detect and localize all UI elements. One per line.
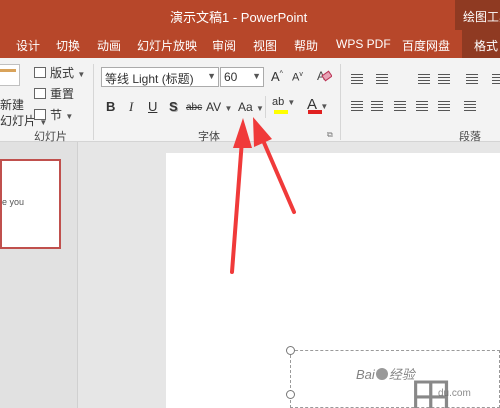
- clear-formatting-button[interactable]: A: [316, 67, 333, 83]
- change-case-button[interactable]: Aa ▼: [238, 100, 264, 114]
- tab-wps-pdf[interactable]: WPS PDF: [336, 37, 391, 51]
- numbering-icon: [376, 74, 388, 84]
- tab-design[interactable]: 设计: [16, 37, 40, 54]
- drawing-tools-label: 绘图工具: [455, 0, 500, 30]
- reset-label: 重置: [50, 87, 75, 101]
- bullets-button[interactable]: [349, 72, 365, 86]
- text-direction-button[interactable]: [490, 72, 500, 86]
- tab-format[interactable]: 格式: [462, 30, 500, 58]
- align-center-button[interactable]: [369, 99, 385, 113]
- resize-handle-top-left[interactable]: [286, 346, 295, 355]
- strikethrough-button[interactable]: abc: [186, 102, 202, 113]
- chevron-down-icon: ▼: [252, 71, 261, 81]
- increase-indent-button[interactable]: [436, 72, 452, 86]
- character-spacing-button[interactable]: AV ▼: [206, 100, 232, 114]
- underline-button[interactable]: U: [148, 99, 157, 114]
- new-slide-button[interactable]: 新建 幻灯片 ▼: [0, 62, 47, 128]
- decrease-indent-button[interactable]: [416, 72, 432, 86]
- font-color-bar: [308, 110, 322, 114]
- columns-button[interactable]: [462, 99, 478, 113]
- justify-icon: [416, 101, 428, 111]
- tab-slideshow[interactable]: 幻灯片放映: [137, 37, 197, 54]
- distributed-icon: [438, 101, 450, 111]
- chevron-down-icon: ▼: [287, 98, 296, 107]
- font-size-value: 60: [224, 70, 238, 84]
- justify-button[interactable]: [414, 99, 430, 113]
- chevron-down-icon: ▼: [224, 104, 233, 113]
- reset-icon: [34, 88, 46, 99]
- watermark-sub: du.com: [438, 388, 471, 399]
- layout-icon: [34, 67, 46, 78]
- layout-label: 版式: [50, 66, 75, 80]
- align-right-icon: [394, 101, 406, 111]
- shrink-font-button[interactable]: Av: [292, 71, 303, 84]
- ribbon: 新建 幻灯片 ▼ 版式 ▼ 重置 节 ▼ 幻灯片 等线 Light (标题) ▼ …: [0, 58, 500, 175]
- tab-transitions[interactable]: 切换: [56, 37, 80, 54]
- columns-icon: [464, 101, 476, 111]
- eraser-icon: A: [317, 69, 333, 83]
- grow-font-button[interactable]: A^: [271, 69, 283, 84]
- paw-icon: [375, 368, 388, 380]
- align-left-button[interactable]: [349, 99, 365, 113]
- chevron-down-icon: ▼: [256, 104, 264, 113]
- group-divider: [340, 64, 341, 140]
- tab-help[interactable]: 帮助: [294, 37, 318, 54]
- window-title: 演示文稿1 - PowerPoint: [170, 10, 308, 25]
- grow-font-icon: A: [271, 69, 280, 84]
- font-dialog-launcher-icon[interactable]: ⧉: [327, 130, 333, 140]
- align-right-button[interactable]: [392, 99, 408, 113]
- italic-button[interactable]: I: [129, 99, 133, 115]
- numbering-button[interactable]: [374, 72, 390, 86]
- bullets-icon: [351, 74, 363, 84]
- chevron-down-icon: ▼: [77, 70, 86, 79]
- reset-button[interactable]: 重置: [34, 85, 74, 103]
- tab-review[interactable]: 审阅: [212, 37, 236, 54]
- distributed-button[interactable]: [436, 99, 452, 113]
- align-center-icon: [371, 101, 383, 111]
- chevron-down-icon: ▼: [207, 71, 216, 81]
- text-shadow-button[interactable]: S: [169, 99, 178, 114]
- layout-button[interactable]: 版式 ▼: [34, 64, 85, 82]
- line-spacing-icon: [466, 74, 478, 84]
- highlighter-icon: ab: [272, 96, 285, 108]
- section-icon: [34, 109, 46, 120]
- font-name-value: 等线 Light (标题): [105, 72, 194, 86]
- decrease-indent-icon: [418, 74, 430, 84]
- ribbon-tabs: 设计 切换 动画 幻灯片放映 审阅 视图 帮助 WPS PDF 百度网盘 格式: [0, 30, 500, 58]
- character-spacing-icon: AV: [206, 100, 222, 114]
- slide-thumbnail[interactable]: e you: [0, 159, 61, 249]
- chevron-down-icon: ▼: [65, 112, 74, 121]
- section-button[interactable]: 节 ▼: [34, 106, 73, 124]
- new-slide-label-1: 新建: [0, 98, 25, 112]
- resize-handle-left[interactable]: [286, 390, 295, 399]
- bold-button[interactable]: B: [106, 99, 115, 114]
- highlight-color-button[interactable]: ab ▼: [272, 96, 295, 108]
- section-label: 节: [50, 108, 63, 122]
- new-slide-icon: [0, 64, 20, 86]
- text-direction-icon: [492, 74, 500, 84]
- font-name-select[interactable]: 等线 Light (标题) ▼: [101, 67, 219, 87]
- font-size-select[interactable]: 60 ▼: [220, 67, 264, 87]
- align-left-icon: [351, 101, 363, 111]
- tab-animations[interactable]: 动画: [97, 37, 121, 54]
- highlight-color-bar: [274, 110, 288, 114]
- new-slide-label-2-text: 幻灯片: [0, 114, 37, 128]
- watermark-brand-rest: 经验: [388, 367, 415, 382]
- tab-view[interactable]: 视图: [253, 37, 277, 54]
- line-spacing-button[interactable]: [464, 72, 480, 86]
- watermark-brand: Bai: [356, 367, 375, 382]
- increase-indent-icon: [438, 74, 450, 84]
- title-bar: 演示文稿1 - PowerPoint 绘图工具: [0, 0, 500, 30]
- slide-thumbnail-text: e you: [2, 197, 25, 207]
- watermark: Bai 经验: [356, 364, 415, 383]
- group-divider: [93, 64, 94, 140]
- divider: [265, 96, 266, 118]
- change-case-icon: Aa: [238, 100, 253, 114]
- tab-baidu-netdisk[interactable]: 百度网盘: [402, 37, 450, 54]
